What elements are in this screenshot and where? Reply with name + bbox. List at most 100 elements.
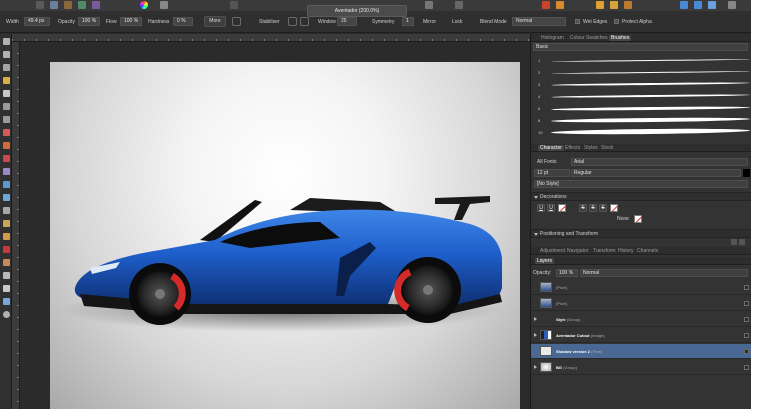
strikethrough-button[interactable]: S: [579, 204, 587, 212]
decoration-style-value[interactable]: None: [617, 216, 629, 222]
brush-preset[interactable]: 6: [531, 103, 751, 114]
canvas-area[interactable]: [21, 43, 529, 409]
paint-brush-tool-icon[interactable]: [3, 142, 10, 149]
persona-tone-map-icon[interactable]: [78, 1, 86, 9]
selection-brush-icon[interactable]: [3, 77, 10, 84]
layer-opacity-field[interactable]: 100 %: [556, 269, 578, 277]
hardness-field[interactable]: 0 %: [173, 17, 193, 26]
view-tool-icon[interactable]: [3, 51, 10, 58]
transform-control[interactable]: [739, 239, 745, 245]
decorations-section-header[interactable]: Decorations: [531, 192, 751, 201]
mask-icon[interactable]: [610, 1, 618, 9]
protect-alpha-checkbox[interactable]: [614, 19, 619, 24]
share-icon[interactable]: [708, 1, 716, 9]
crop-tool-icon[interactable]: [3, 64, 10, 71]
layer-row[interactable]: BG (Group): [531, 360, 751, 375]
marquee-tool-icon[interactable]: [3, 103, 10, 110]
outline-color-swatch[interactable]: [634, 215, 642, 223]
layer-row-selected[interactable]: Shadow version 2 (Pixel): [531, 344, 751, 359]
help-icon[interactable]: [728, 1, 736, 9]
wet-edges-checkbox[interactable]: [575, 19, 580, 24]
pen-tool-icon[interactable]: [3, 272, 10, 279]
window-field[interactable]: 25: [337, 17, 357, 26]
persona-photo-icon[interactable]: [36, 1, 44, 9]
layer-visibility-checkbox[interactable]: [744, 349, 749, 354]
erase-brush-icon[interactable]: [3, 168, 10, 175]
tab-layers[interactable]: Layers: [535, 258, 555, 264]
document-title-tab[interactable]: Aventador (200.0%): [307, 5, 407, 17]
transform-icon[interactable]: [624, 1, 632, 9]
snapping-icon[interactable]: [542, 1, 550, 9]
brush-preset[interactable]: 1: [531, 55, 751, 66]
blend-mode-select[interactable]: Normal: [512, 17, 566, 26]
expand-arrow-icon[interactable]: [534, 365, 537, 369]
layer-visibility-checkbox[interactable]: [744, 317, 749, 322]
font-collection-label[interactable]: All Fonts: [537, 159, 556, 165]
double-strikethrough-button[interactable]: S: [589, 204, 597, 212]
move-tool-icon[interactable]: [3, 38, 10, 45]
quick-mask-icon[interactable]: [556, 1, 564, 9]
window-mode-icon[interactable]: [300, 17, 309, 26]
tab-histogram[interactable]: Histogram: [541, 35, 564, 41]
brush-preset[interactable]: 8: [531, 115, 751, 126]
text-style-select[interactable]: [No Style]: [534, 180, 748, 188]
layer-row[interactable]: Aventador Cutout (Image): [531, 328, 751, 343]
persona-liquify-icon[interactable]: [50, 1, 58, 9]
tab-stock[interactable]: Stock: [601, 145, 614, 151]
arrange-icon[interactable]: [455, 1, 463, 9]
layer-row[interactable]: Style (Group): [531, 312, 751, 327]
tab-colour[interactable]: Colour: [570, 35, 585, 41]
brush-preset[interactable]: 4: [531, 91, 751, 102]
text-color-swatch[interactable]: [743, 169, 750, 177]
tab-history[interactable]: History: [618, 248, 634, 254]
brush-preset[interactable]: 10: [531, 127, 751, 138]
clone-tool-icon[interactable]: [3, 220, 10, 227]
flood-select-icon[interactable]: [3, 90, 10, 97]
tab-navigator[interactable]: Navigator: [567, 248, 588, 254]
red-eye-tool-icon[interactable]: [3, 246, 10, 253]
symmetry-field[interactable]: 1: [402, 17, 414, 26]
brush-preset[interactable]: 3: [531, 79, 751, 90]
brush-category-select[interactable]: Basic: [533, 43, 748, 51]
selection-mode-icon[interactable]: [425, 1, 433, 9]
expand-arrow-icon[interactable]: [534, 333, 537, 337]
shape-tool-icon[interactable]: [3, 298, 10, 305]
flow-field[interactable]: 100 %: [120, 17, 142, 26]
brush-pressure-icon[interactable]: [232, 17, 241, 26]
strike-color-swatch[interactable]: [610, 204, 618, 212]
layer-visibility-checkbox[interactable]: [744, 285, 749, 290]
position-control[interactable]: [731, 239, 737, 245]
layer-visibility-checkbox[interactable]: [744, 301, 749, 306]
studio-left-icon[interactable]: [680, 1, 688, 9]
brush-preset[interactable]: 2: [531, 67, 751, 78]
pixel-tool-icon[interactable]: [3, 155, 10, 162]
outline-strike-button[interactable]: S: [599, 204, 607, 212]
tab-character[interactable]: Character: [538, 145, 564, 151]
color-picker-icon[interactable]: [3, 129, 10, 136]
positioning-section-header[interactable]: Positioning and Transform: [531, 229, 751, 238]
freehand-select-icon[interactable]: [3, 116, 10, 123]
layer-row[interactable]: (Pixel): [531, 280, 751, 295]
layer-row[interactable]: (Pixel): [531, 296, 751, 311]
rope-mode-icon[interactable]: [288, 17, 297, 26]
font-size-field[interactable]: 12 pt: [534, 169, 570, 177]
tab-effects[interactable]: Effects: [565, 145, 580, 151]
opacity-field[interactable]: 100 %: [78, 17, 100, 26]
persona-export-icon[interactable]: [92, 1, 100, 9]
text-tool-icon[interactable]: [3, 285, 10, 292]
tab-transform[interactable]: Transform: [593, 248, 616, 254]
artboard[interactable]: [50, 62, 520, 409]
view-mode-icon[interactable]: [230, 1, 238, 9]
gradient-tool-icon[interactable]: [3, 194, 10, 201]
font-style-select[interactable]: Regular: [571, 169, 741, 177]
layer-blend-select[interactable]: Normal: [580, 269, 748, 277]
layer-visibility-checkbox[interactable]: [744, 333, 749, 338]
studio-right-icon[interactable]: [694, 1, 702, 9]
zoom-tool-icon[interactable]: [3, 311, 10, 318]
tab-swatches[interactable]: Swatches: [586, 35, 608, 41]
width-field[interactable]: 49.4 px: [24, 17, 50, 26]
layer-visibility-checkbox[interactable]: [744, 365, 749, 370]
dodge-tool-icon[interactable]: [3, 207, 10, 214]
fill-tool-icon[interactable]: [3, 181, 10, 188]
persona-develop-icon[interactable]: [64, 1, 72, 9]
